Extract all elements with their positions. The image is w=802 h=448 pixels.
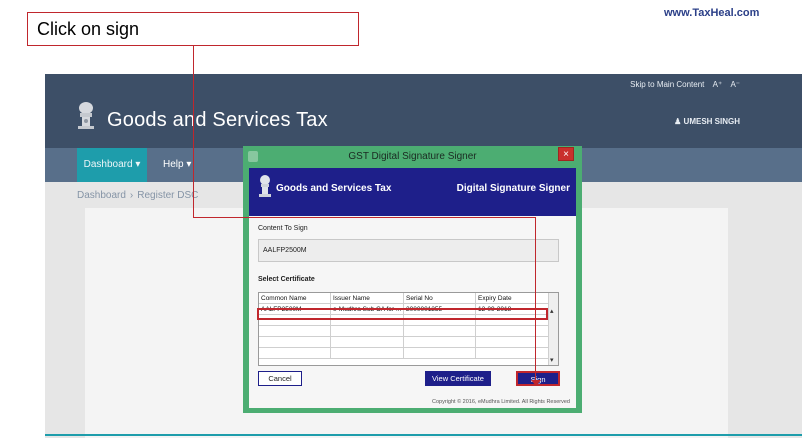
column-header-common-name[interactable]: Common Name — [259, 293, 331, 304]
cancel-button[interactable]: Cancel — [258, 371, 302, 386]
column-header-issuer-name[interactable]: Issuer Name — [331, 293, 404, 304]
watermark-text: www.TaxHeal.com — [664, 7, 760, 19]
select-certificate-label: Select Certificate — [258, 276, 315, 283]
dialog-title: GST Digital Signature Signer — [348, 151, 477, 162]
empty-cell — [476, 326, 549, 337]
empty-cell — [404, 337, 476, 348]
table-row-empty — [259, 337, 549, 348]
accessibility-bar: Skip to Main Content A⁺ A⁻ — [624, 80, 740, 89]
portal-title: Goods and Services Tax — [107, 109, 328, 131]
view-certificate-button[interactable]: View Certificate — [425, 371, 491, 386]
breadcrumb-dashboard-link[interactable]: Dashboard — [77, 190, 126, 201]
table-header-row: Common Name Issuer Name Serial No Expiry… — [259, 293, 549, 304]
close-icon[interactable]: × — [558, 147, 574, 161]
scroll-up-icon[interactable]: ▴ — [550, 307, 554, 315]
annotation-callout: Click on sign — [27, 12, 359, 46]
content-to-sign-label: Content To Sign — [258, 225, 308, 232]
empty-cell — [404, 326, 476, 337]
empty-cell — [331, 326, 404, 337]
user-menu[interactable]: ♟ UMESH SINGH — [674, 117, 740, 126]
font-increase-button[interactable]: A⁺ — [713, 80, 723, 89]
empty-cell — [476, 348, 549, 359]
nav-help[interactable]: Help ▾ — [163, 148, 191, 182]
certificate-table: Common Name Issuer Name Serial No Expiry… — [258, 292, 559, 366]
content-to-sign-field: AALFP2500M — [258, 239, 559, 262]
column-header-serial-no[interactable]: Serial No — [404, 293, 476, 304]
empty-cell — [259, 326, 331, 337]
empty-cell — [331, 348, 404, 359]
screenshot: Skip to Main Content A⁺ A⁻ Goods and Ser… — [0, 0, 802, 448]
breadcrumb-current: Register DSC — [137, 190, 199, 201]
empty-cell — [259, 348, 331, 359]
emblem-icon — [78, 102, 94, 129]
empty-cell — [476, 337, 549, 348]
footer-divider — [45, 434, 802, 436]
dialog-titlebar[interactable]: GST Digital Signature Signer × — [243, 146, 582, 168]
connector-line — [193, 217, 536, 218]
empty-cell — [259, 337, 331, 348]
emblem-icon — [259, 175, 271, 197]
dialog-app-title: Digital Signature Signer — [456, 183, 570, 194]
table-scrollbar[interactable]: ▴ ▾ — [548, 293, 558, 365]
connector-line — [193, 46, 194, 218]
portal-header: Skip to Main Content A⁺ A⁻ Goods and Ser… — [45, 74, 802, 148]
scroll-down-icon[interactable]: ▾ — [550, 356, 554, 364]
selected-row-highlight — [257, 308, 548, 320]
dialog-org-title: Goods and Services Tax — [276, 183, 392, 194]
empty-cell — [331, 337, 404, 348]
table-row-empty — [259, 348, 549, 359]
empty-cell — [404, 348, 476, 359]
connector-line — [535, 217, 536, 381]
nav-dashboard[interactable]: Dashboard ▾ — [77, 148, 147, 182]
dsc-signer-dialog: GST Digital Signature Signer × Goods and… — [243, 146, 582, 413]
breadcrumb-separator: › — [129, 190, 134, 201]
skip-to-main-link[interactable]: Skip to Main Content — [630, 80, 704, 89]
table-row-empty — [259, 326, 549, 337]
dialog-copyright: Copyright © 2016, eMudhra Limited. All R… — [432, 399, 570, 405]
breadcrumb: Dashboard › Register DSC — [77, 190, 198, 201]
dialog-header: Goods and Services Tax Digital Signature… — [249, 168, 576, 216]
arrow-head-icon — [531, 380, 541, 386]
dialog-body: Goods and Services Tax Digital Signature… — [249, 168, 576, 408]
column-header-expiry-date[interactable]: Expiry Date — [476, 293, 549, 304]
font-decrease-button[interactable]: A⁻ — [730, 80, 740, 89]
